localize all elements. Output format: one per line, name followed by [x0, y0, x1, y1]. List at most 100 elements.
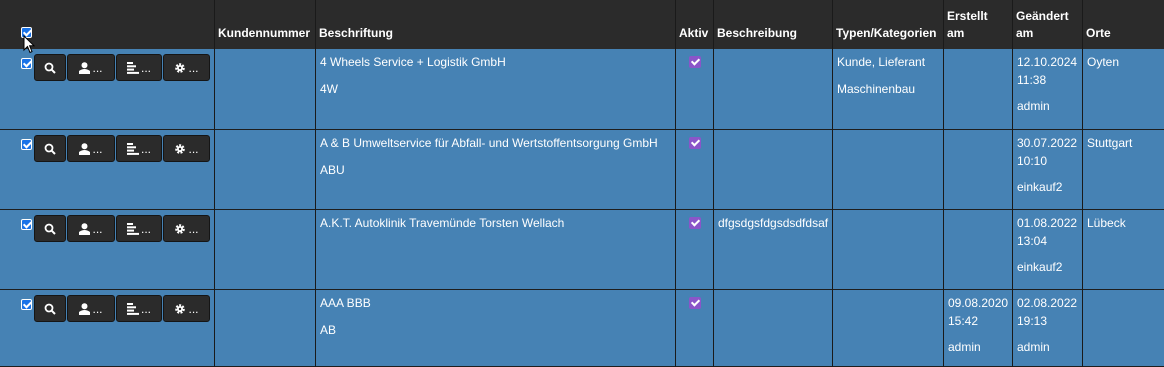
column-divider	[1012, 0, 1013, 367]
ellipsis: ...	[92, 221, 103, 236]
row-checkbox[interactable]	[21, 139, 32, 150]
row-checkbox[interactable]	[21, 299, 32, 310]
grid-header: Kundennummer Beschriftung Aktiv Beschrei…	[0, 0, 1164, 49]
col-header-orte[interactable]: Orte	[1083, 0, 1164, 49]
column-divider	[1082, 0, 1083, 367]
col-header-erstellt[interactable]: Erstellt am	[944, 0, 1013, 49]
col-label: am	[947, 26, 965, 40]
settings-button[interactable]: ...	[163, 54, 210, 81]
gear-icon	[175, 62, 186, 73]
col-header-kundennummer[interactable]: Kundennummer	[215, 0, 316, 49]
user-icon	[79, 142, 91, 155]
ort-text: Oyten	[1087, 55, 1120, 69]
view-button[interactable]	[34, 295, 66, 322]
settings-button[interactable]: ...	[163, 215, 210, 242]
column-divider	[214, 0, 215, 367]
col-label: Kundennummer	[218, 26, 311, 40]
col-header-beschriftung[interactable]: Beschriftung	[316, 0, 676, 49]
ellipsis: ...	[140, 60, 151, 75]
gear-icon	[175, 303, 186, 314]
col-label: Orte	[1086, 26, 1111, 40]
geaendert-time: 11:38	[1017, 73, 1047, 87]
geaendert-date: 12.10.2024	[1017, 55, 1078, 69]
column-divider	[713, 0, 714, 367]
company-name: AAA BBB	[320, 296, 371, 310]
ellipsis: ...	[188, 221, 199, 236]
company-short: 4W	[320, 82, 338, 96]
settings-button[interactable]: ...	[163, 295, 210, 322]
geaendert-user: einkauf2	[1017, 260, 1063, 274]
ellipsis: ...	[92, 141, 103, 156]
row-checkbox[interactable]	[21, 58, 32, 69]
col-header-geaendert[interactable]: Geändert am	[1013, 0, 1083, 49]
user-icon	[79, 61, 91, 74]
kategorie-text: Maschinenbau	[837, 82, 916, 96]
col-label: am	[1016, 26, 1034, 40]
search-icon	[44, 303, 56, 315]
aktiv-checkbox[interactable]	[689, 297, 701, 309]
aktiv-checkbox[interactable]	[689, 217, 701, 229]
details-button[interactable]: ...	[116, 215, 162, 242]
list-icon	[126, 222, 139, 235]
company-short: ABU	[320, 163, 345, 177]
geaendert-time: 19:13	[1017, 314, 1048, 328]
column-divider	[943, 0, 944, 367]
mouse-cursor-icon	[23, 35, 35, 54]
view-button[interactable]	[34, 54, 66, 81]
col-label: Erstellt	[947, 9, 988, 23]
table-row[interactable]: ... ... ... AAA BBB AB 09.08.2020 15:42 …	[0, 290, 1164, 367]
row-checkbox[interactable]	[21, 219, 32, 230]
user-icon	[79, 222, 91, 235]
contacts-button[interactable]: ...	[67, 295, 115, 322]
col-header-typen[interactable]: Typen/Kategorien	[833, 0, 944, 49]
contacts-button[interactable]: ...	[67, 135, 115, 162]
gear-icon	[175, 223, 186, 234]
gear-icon	[175, 143, 186, 154]
geaendert-time: 10:10	[1017, 154, 1048, 168]
ellipsis: ...	[188, 60, 199, 75]
col-label: Aktiv	[679, 26, 709, 40]
column-divider	[315, 0, 316, 367]
search-icon	[44, 223, 56, 235]
view-button[interactable]	[34, 135, 66, 162]
settings-button[interactable]: ...	[163, 135, 210, 162]
column-divider	[675, 0, 676, 367]
geaendert-user: einkauf2	[1017, 180, 1063, 194]
list-icon	[126, 302, 139, 315]
company-short: AB	[320, 323, 337, 337]
typen-text: Kunde, Lieferant	[837, 55, 926, 69]
details-button[interactable]: ...	[116, 54, 162, 81]
erstellt-time: 15:42	[948, 314, 979, 328]
aktiv-checkbox[interactable]	[689, 137, 701, 149]
ellipsis: ...	[140, 141, 151, 156]
col-label: Beschreibung	[717, 26, 798, 40]
view-button[interactable]	[34, 215, 66, 242]
column-divider	[832, 0, 833, 367]
company-name: A & B Umweltservice für Abfall- und Wert…	[320, 136, 658, 150]
col-header-aktiv[interactable]: Aktiv	[676, 0, 714, 49]
geaendert-user: admin	[1017, 340, 1050, 354]
list-icon	[126, 61, 139, 74]
ellipsis: ...	[188, 141, 199, 156]
aktiv-checkbox[interactable]	[689, 56, 701, 68]
ort-text: Lübeck	[1087, 216, 1126, 230]
ellipsis: ...	[92, 301, 103, 316]
details-button[interactable]: ...	[116, 295, 162, 322]
details-button[interactable]: ...	[116, 135, 162, 162]
beschreibung-text: dfgsdgsfdgsdsdfdsaf	[718, 216, 829, 230]
col-label: Beschriftung	[319, 26, 394, 40]
contacts-button[interactable]: ...	[67, 215, 115, 242]
contacts-button[interactable]: ...	[67, 54, 115, 81]
geaendert-user: admin	[1017, 99, 1050, 113]
table-row[interactable]: ... ... ... A & B Umweltservice für Abfa…	[0, 130, 1164, 210]
table-row[interactable]: ... ... ... A.K.T. Autoklinik Travemünde…	[0, 210, 1164, 290]
geaendert-date: 02.08.2022	[1017, 296, 1078, 310]
erstellt-date: 09.08.2020	[948, 296, 1009, 310]
company-name: 4 Wheels Service + Logistik GmbH	[320, 55, 506, 69]
col-label: Geändert	[1016, 9, 1069, 23]
table-row[interactable]: ... ... ... 4 Wheels Service + Logistik …	[0, 49, 1164, 130]
col-header-beschreibung[interactable]: Beschreibung	[714, 0, 833, 49]
user-icon	[79, 302, 91, 315]
col-label: Typen/Kategorien	[836, 26, 937, 40]
ellipsis: ...	[92, 60, 103, 75]
